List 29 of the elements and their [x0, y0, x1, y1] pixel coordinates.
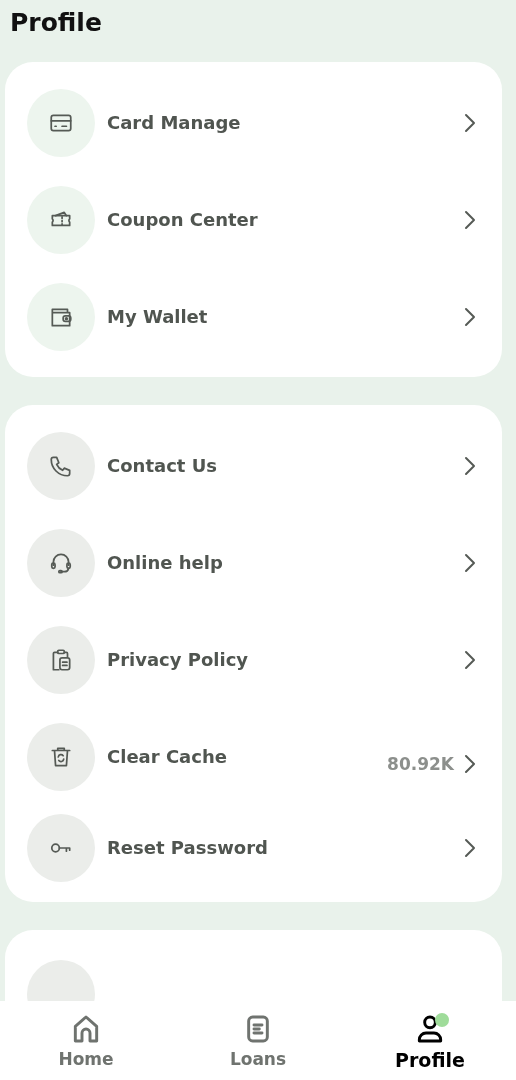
- chevron-icon: [464, 552, 476, 573]
- nav-tab[interactable]: Profile: [344, 1001, 516, 1071]
- menu-item[interactable]: Reset Password: [5, 805, 502, 890]
- menu-item[interactable]: My Wallet: [5, 268, 502, 365]
- menu-label: Card Manage: [107, 112, 242, 133]
- menu-label: Privacy Policy: [107, 649, 250, 670]
- cache-size: 80.92K: [387, 753, 454, 774]
- menu-label: Coupon Center: [107, 209, 259, 230]
- chevron-icon: [464, 306, 476, 327]
- nav-tab[interactable]: Home: [0, 1001, 172, 1069]
- menu-item[interactable]: Privacy Policy: [5, 611, 502, 708]
- menu-item[interactable]: Online help: [5, 514, 502, 611]
- chevron-icon: [464, 112, 476, 133]
- chevron-icon: [464, 649, 476, 670]
- chevron-icon: [464, 753, 476, 774]
- nav-tab[interactable]: Loans: [172, 1001, 344, 1069]
- menu-label: Contact Us: [107, 455, 218, 476]
- menu-item[interactable]: Coupon Center: [5, 171, 502, 268]
- menu-label: My Wallet: [107, 306, 209, 327]
- menu-label: Clear Cache: [107, 746, 228, 767]
- page-title: Profile: [9, 7, 103, 39]
- menu-label: Online help: [107, 552, 224, 573]
- chevron-icon: [464, 837, 476, 858]
- menu-item[interactable]: Card Manage: [5, 74, 502, 171]
- chevron-icon: [464, 209, 476, 230]
- menu-item[interactable]: Contact Us: [5, 417, 502, 514]
- chevron-icon: [464, 455, 476, 476]
- menu-item[interactable]: Clear Cache 80.92K: [5, 708, 502, 805]
- menu-label: Reset Password: [107, 837, 269, 858]
